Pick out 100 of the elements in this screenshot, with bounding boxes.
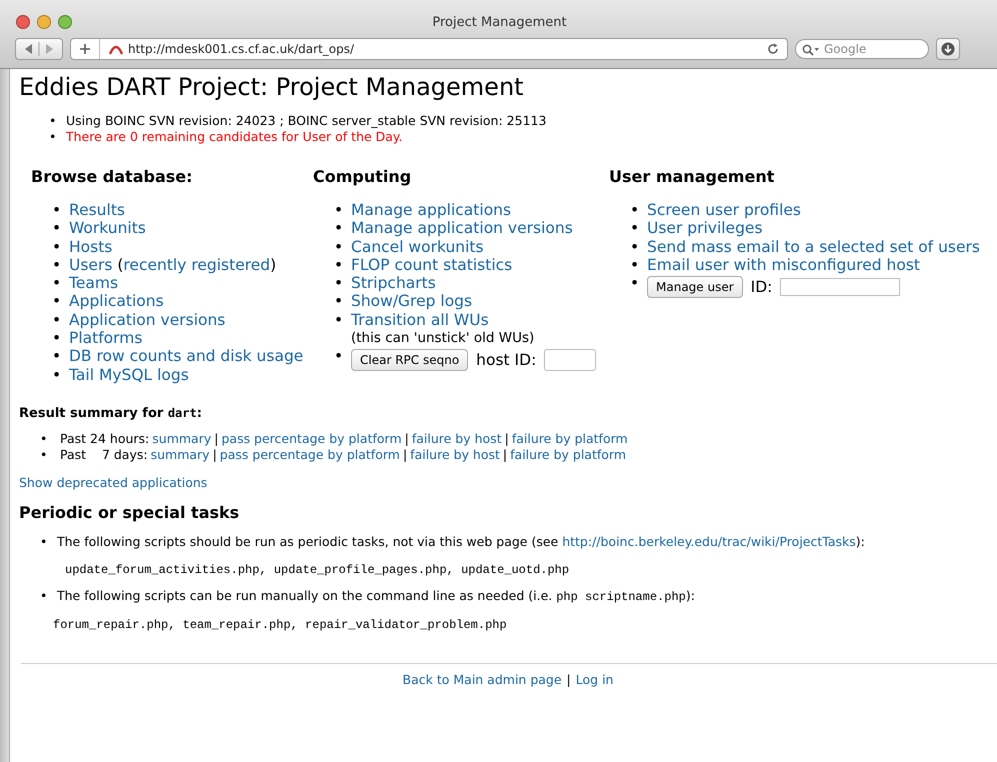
downloads-button[interactable]	[936, 38, 960, 60]
status-note: There are 0 remaining candidates for User of the Day.	[66, 129, 403, 144]
bullet: •	[334, 256, 344, 274]
admin-link[interactable]: Screen user profiles	[647, 201, 801, 219]
parenthesis-text: )	[270, 256, 276, 274]
bullet: •	[52, 292, 62, 311]
section-heading: Browse database:	[31, 167, 194, 186]
script-list: update_forum_activities.php, update_profile_pages.php, update_uotd.php	[65, 562, 997, 578]
admin-link[interactable]: Show/Grep logs	[351, 292, 472, 310]
parenthesis-text: (	[116, 256, 124, 274]
bullet: •	[334, 201, 344, 220]
link-note: (this can 'unstick' old WUs)	[351, 329, 536, 348]
deprecated-link[interactable]: Show deprecated applications	[19, 474, 208, 490]
back-forward-buttons[interactable]	[15, 38, 63, 60]
page-heading: Eddies DART Project: Project Management	[19, 73, 525, 101]
close-button[interactable]	[16, 15, 30, 29]
separator: |	[214, 430, 218, 446]
site-icon	[108, 43, 124, 55]
bullet: •	[52, 256, 62, 274]
bullet: •	[40, 446, 48, 463]
admin-link[interactable]: Hosts	[69, 238, 112, 256]
bullet: •	[52, 274, 62, 292]
separator: |	[212, 446, 217, 462]
admin-link[interactable]: Cancel workunits	[351, 238, 484, 256]
footer-link[interactable]: Log in	[576, 672, 614, 687]
report-link[interactable]: failure by host	[410, 446, 500, 462]
bullet: •	[334, 310, 344, 330]
bullet: •	[52, 366, 62, 384]
admin-link[interactable]: Workunits	[69, 219, 146, 238]
bullet: •	[630, 219, 640, 238]
admin-link[interactable]: Email user with misconfigured host	[647, 256, 920, 274]
section-heading: User management	[609, 167, 776, 186]
plus-icon[interactable]	[79, 43, 91, 55]
minimize-button[interactable]	[37, 15, 51, 29]
admin-link[interactable]: Stripcharts	[351, 274, 436, 292]
bullet: •	[52, 329, 62, 348]
address-field[interactable]: http://mdesk001.cs.cf.ac.uk/dart_ops/	[70, 38, 788, 60]
download-icon	[941, 42, 955, 56]
admin-link[interactable]: FLOP count statistics	[351, 256, 512, 274]
bullet: •	[52, 219, 62, 238]
bullet: •	[334, 347, 344, 366]
reload-icon[interactable]	[767, 43, 779, 55]
admin-link[interactable]: Tail MySQL logs	[69, 366, 189, 384]
script-list: forum_repair.php, team_repair.php, repair_validator_problem.php	[53, 616, 997, 633]
bullet: •	[630, 201, 640, 220]
admin-link[interactable]: Manage application versions	[351, 219, 573, 238]
period-label: Past 7 days:	[60, 446, 148, 462]
report-link[interactable]: failure by host	[412, 430, 502, 446]
section-heading: Periodic or special tasks	[19, 502, 240, 522]
admin-link[interactable]: Platforms	[69, 329, 142, 348]
search-field[interactable]: Google	[795, 39, 929, 59]
search-icon	[802, 44, 820, 56]
submit-button[interactable]: Manage user	[647, 276, 743, 298]
window-title: Project Management	[432, 14, 567, 30]
admin-link[interactable]: Send mass email to a selected set of users	[647, 238, 980, 256]
admin-link[interactable]: Manage applications	[351, 201, 512, 219]
bullet: •	[40, 588, 48, 604]
zoom-button[interactable]	[58, 15, 72, 29]
bullet: •	[40, 430, 48, 447]
admin-link[interactable]: Application versions	[69, 310, 226, 329]
admin-link[interactable]: Results	[69, 201, 125, 219]
separator: |	[402, 446, 408, 462]
admin-link[interactable]: Applications	[69, 292, 164, 310]
bullet: •	[334, 219, 344, 238]
admin-link[interactable]: Users	[69, 256, 112, 274]
bullet: •	[630, 238, 640, 256]
footer-link[interactable]: Back to Main admin page	[402, 672, 562, 687]
admin-link[interactable]: User privileges	[647, 219, 763, 238]
bullet: •	[52, 238, 62, 256]
wiki-link[interactable]: http://boinc.berkeley.edu/trac/wiki/ProjectTasks	[562, 534, 856, 549]
submit-button[interactable]: Clear RPC seqno	[351, 349, 468, 372]
admin-link[interactable]: Teams	[69, 274, 118, 292]
report-link[interactable]: pass percentage by platform	[221, 430, 402, 446]
report-link[interactable]: failure by platform	[510, 446, 626, 462]
separator: |	[404, 430, 409, 446]
admin-link[interactable]: recently registered	[123, 256, 270, 274]
bullet: •	[630, 256, 640, 274]
separator: |	[504, 430, 509, 446]
task-description: The following scripts can be run manually on the command line as needed (i.e. php scriptname.php):	[57, 588, 695, 603]
bullet: •	[52, 310, 62, 330]
report-link[interactable]: failure by platform	[512, 430, 628, 446]
id-field[interactable]	[780, 278, 900, 296]
report-link[interactable]: summary	[152, 430, 212, 446]
field-label: ID:	[750, 278, 772, 296]
bullet: •	[630, 274, 640, 292]
bullet: •	[334, 274, 344, 292]
id-field[interactable]	[544, 349, 596, 372]
report-link[interactable]: summary	[150, 446, 210, 462]
bullet: •	[334, 238, 344, 256]
field-label: host ID:	[476, 351, 536, 370]
bullet: •	[49, 113, 56, 129]
admin-link[interactable]: Transition all WUs	[351, 310, 489, 329]
bullet: •	[52, 347, 62, 366]
admin-link[interactable]: DB row counts and disk usage	[69, 347, 304, 366]
bullet: •	[49, 129, 56, 145]
period-label: Past 24 hours:	[60, 430, 150, 446]
bullet: •	[52, 201, 62, 220]
report-link[interactable]: pass percentage by platform	[220, 446, 400, 462]
status-note: Using BOINC SVN revision: 24023 ; BOINC server_stable SVN revision: 25113	[66, 113, 546, 128]
separator: |	[566, 672, 571, 687]
